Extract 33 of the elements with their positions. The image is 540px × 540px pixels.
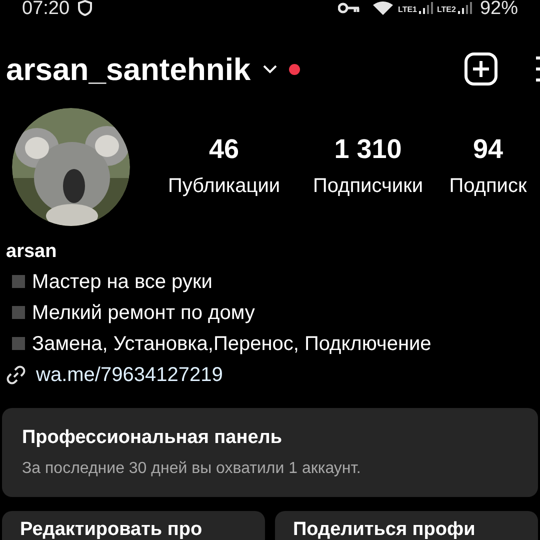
stat-label: Подписчики	[312, 174, 424, 199]
bio-line: Мастер на все руки	[32, 270, 212, 294]
dashboard-title: Профессиональная панель	[22, 426, 284, 450]
profile-button[interactable]: Поделиться профи	[275, 510, 538, 540]
network-label: LTE1	[398, 6, 417, 14]
signal-icon	[458, 2, 472, 14]
bio-line: Мелкий ремонт по дому	[32, 300, 255, 326]
signal-icon	[419, 2, 433, 14]
chevron-down-icon[interactable]	[262, 64, 277, 74]
status-time: 07:20	[22, 0, 70, 18]
profile-link[interactable]: wa.me/79634127219	[36, 360, 223, 390]
square-icon	[12, 306, 25, 319]
stat-value: 94	[472, 133, 504, 166]
square-icon	[12, 337, 25, 350]
battery-level: 92%	[480, 0, 518, 18]
stat-label: Подписк	[449, 174, 527, 199]
stat-label: Публикации	[168, 174, 280, 199]
shield-icon	[78, 0, 92, 16]
add-icon[interactable]	[464, 52, 498, 86]
dashboard-card[interactable]: Профессиональная панель За последние 30 дней вы охватили 1 аккаунт.	[2, 408, 538, 496]
key-icon	[338, 2, 360, 14]
network-label: LTE2	[437, 6, 456, 14]
bio-line: Замена, Установка,Перенос, Подключение	[32, 332, 432, 356]
profile-button[interactable]: Редактировать про	[2, 510, 265, 540]
wifi-icon	[372, 1, 394, 15]
dashboard-subtitle: За последние 30 дней вы охватили 1 аккаунт.	[22, 458, 362, 478]
stat-value: 46	[208, 133, 240, 166]
profile-name: arsan	[6, 240, 58, 264]
link-icon	[6, 364, 26, 384]
menu-icon[interactable]	[536, 55, 540, 83]
username: arsan_santehnik	[6, 54, 251, 84]
stat-value: 1 310	[334, 133, 402, 166]
square-icon	[12, 275, 25, 288]
